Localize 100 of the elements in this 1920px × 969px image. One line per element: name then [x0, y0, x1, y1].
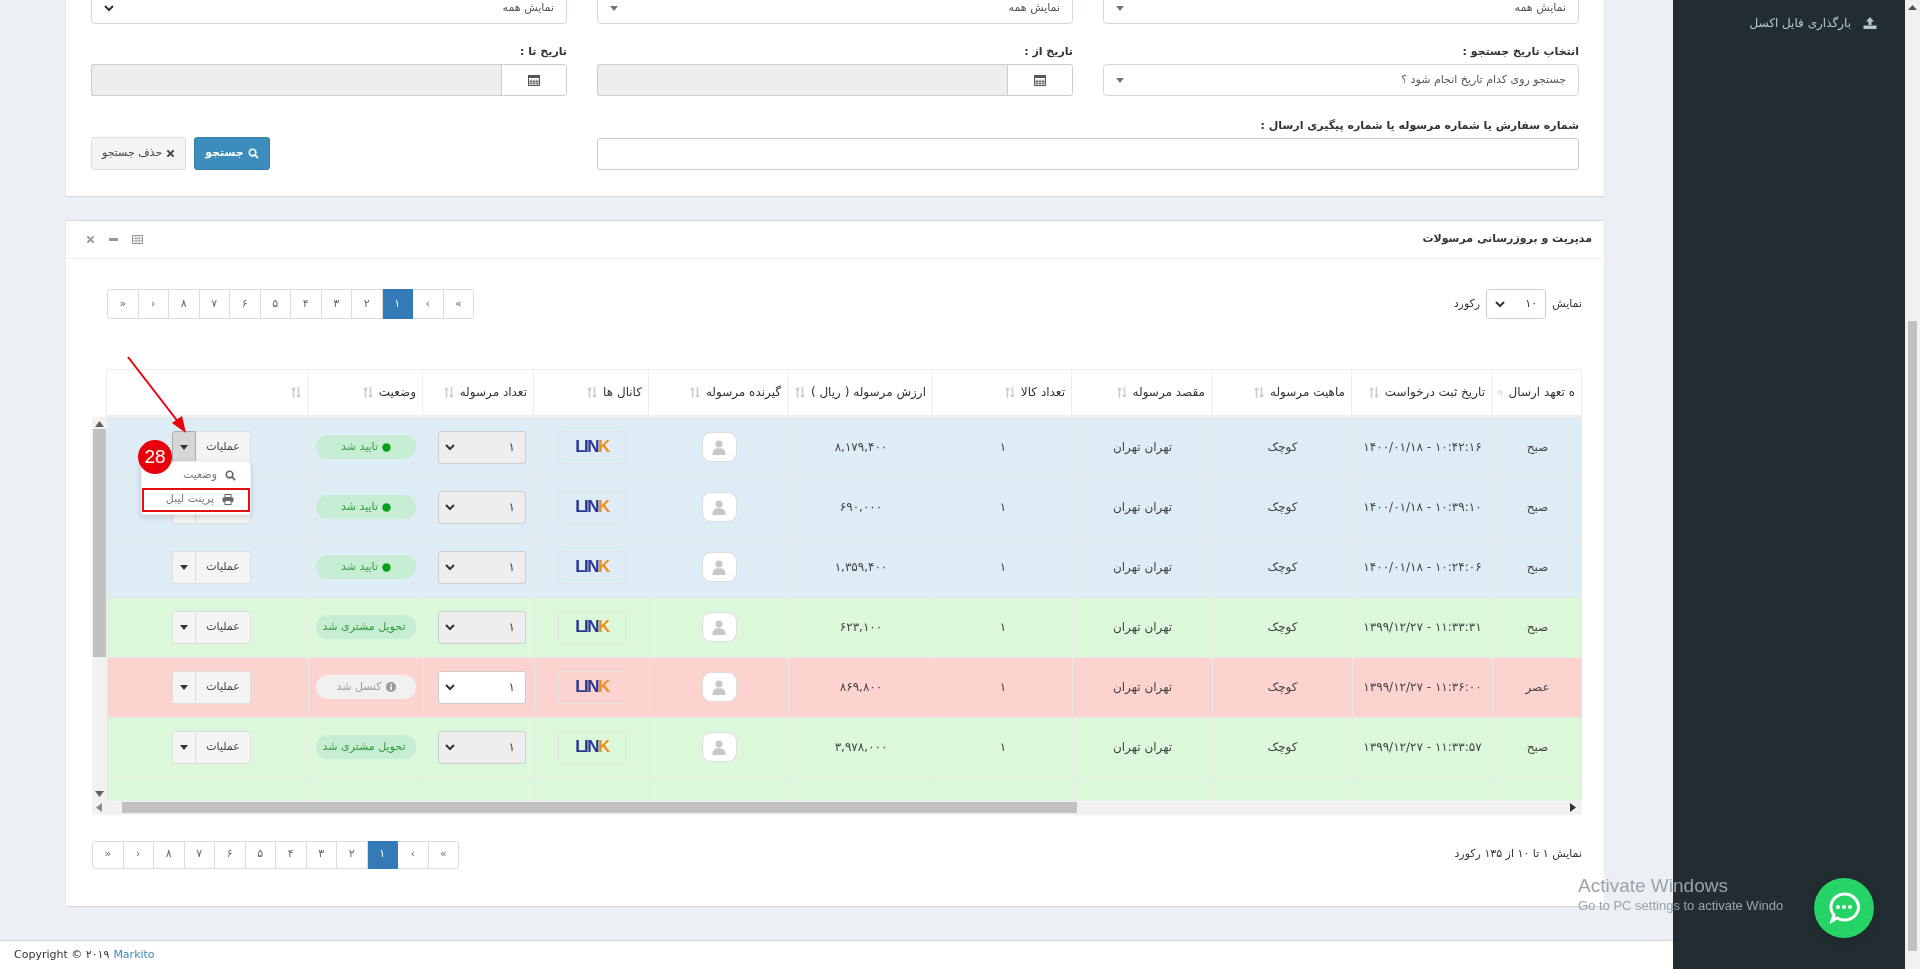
page-link[interactable]: ۳: [320, 289, 352, 319]
dropdown-toggle[interactable]: [172, 730, 196, 764]
quantity-select[interactable]: ۱: [438, 670, 526, 704]
caret-icon: [180, 624, 188, 630]
user-icon: [712, 679, 726, 695]
page-link[interactable]: «: [427, 840, 459, 869]
page-link[interactable]: ›: [137, 289, 169, 319]
page-length-select[interactable]: ۱۰: [1486, 289, 1547, 319]
table-cell: کوچک: [1267, 560, 1298, 574]
footer-link[interactable]: Markito: [113, 946, 155, 964]
page-link[interactable]: »: [107, 289, 139, 319]
sidebar-item[interactable]: بارگذاری فایل اکسل: [1721, 14, 1905, 32]
page-link[interactable]: ‹: [397, 840, 429, 869]
recipient-button[interactable]: [701, 432, 737, 462]
table-cell: کوچک: [1267, 440, 1298, 454]
channel-logo[interactable]: LINK: [558, 670, 626, 704]
page-link[interactable]: ۵: [259, 289, 291, 319]
channel-logo[interactable]: LINK: [558, 430, 626, 464]
field-label: شماره سفارش یا شماره مرسوله یا شماره پیگیری ارسال :: [1260, 118, 1579, 134]
column-header: کانال ها: [603, 384, 642, 402]
page-length-label: رکورد: [1453, 295, 1481, 312]
channel-logo[interactable]: LINK: [558, 550, 626, 584]
filter-select[interactable]: نمایش همه: [597, 0, 1073, 24]
close-icon: [166, 149, 176, 158]
status-badge: تایید شد: [316, 435, 416, 459]
table-cell: ۱: [999, 680, 1007, 694]
caret-icon: [180, 564, 188, 570]
page-link[interactable]: ›: [122, 840, 154, 869]
page-link[interactable]: ۵: [244, 840, 276, 869]
page-link[interactable]: ۱: [381, 289, 413, 319]
user-icon: [712, 739, 726, 755]
page-link[interactable]: ۶: [229, 289, 261, 319]
recipient-button[interactable]: [701, 612, 737, 642]
clear-search-button[interactable]: حذف جستجو: [91, 137, 187, 170]
calendar-button[interactable]: [501, 64, 567, 96]
column-header: تعداد مرسوله: [459, 384, 527, 402]
menu-item[interactable]: پرینت لیبل: [142, 487, 250, 512]
sort-icon: [1368, 386, 1379, 398]
table-cell: ۱: [999, 620, 1007, 634]
filter-select[interactable]: نمایش همه: [91, 0, 567, 24]
table-cell: ۱: [999, 740, 1007, 754]
column-header: وضعیت: [378, 384, 416, 402]
table-cell: ۱: [999, 500, 1007, 514]
page-link[interactable]: ۷: [198, 289, 230, 319]
status-dot-icon: [382, 442, 392, 452]
table-cell: ۶۹۰,۰۰۰: [839, 500, 883, 514]
search-button[interactable]: جستجو: [194, 137, 270, 170]
table-cell: تهران تهران: [1112, 500, 1173, 514]
channel-logo[interactable]: LINK: [558, 730, 626, 764]
dropdown-toggle[interactable]: [172, 670, 196, 704]
column-header: گیرنده مرسوله: [705, 384, 781, 402]
field-label: تاریخ از :: [1024, 44, 1073, 60]
actions-button[interactable]: عملیات: [196, 610, 251, 644]
recipient-button[interactable]: [701, 672, 737, 702]
page-link[interactable]: ۴: [290, 289, 322, 319]
info-icon: [385, 682, 396, 692]
menu-item[interactable]: وضعیت: [142, 463, 250, 488]
date-type-select[interactable]: جستجو روی کدام تاریخ انجام شود ؟: [1103, 64, 1579, 96]
calendar-button[interactable]: [1007, 64, 1073, 96]
page-link[interactable]: ۸: [153, 840, 185, 869]
page-link[interactable]: ۱: [366, 840, 398, 869]
table-cell: ۱: [999, 440, 1007, 454]
table-cell: تهران تهران: [1112, 680, 1173, 694]
actions-button[interactable]: عملیات: [196, 730, 251, 764]
column-header: ارزش مرسوله ( ریال ): [810, 384, 926, 402]
table-cell: ۱۴۰۰/۰۱/۱۸ - ۱۰:۴۲:۱۶: [1363, 440, 1482, 454]
search-field[interactable]: [597, 138, 1579, 170]
recipient-button[interactable]: [701, 732, 737, 762]
page-link[interactable]: «: [442, 289, 474, 319]
page-link[interactable]: ۷: [183, 840, 215, 869]
channel-logo[interactable]: LINK: [558, 490, 626, 524]
calendar-icon: [1034, 74, 1046, 86]
table-cell: تهران تهران: [1112, 620, 1173, 634]
page-link[interactable]: ۲: [336, 840, 368, 869]
caret-icon: [1116, 77, 1124, 83]
channel-logo[interactable]: LINK: [558, 610, 626, 644]
table-scrollbar[interactable]: [92, 416, 107, 801]
page-link[interactable]: »: [92, 840, 124, 869]
table-cell: صبح: [1526, 560, 1549, 574]
recipient-button[interactable]: [701, 492, 737, 522]
user-icon: [712, 499, 726, 515]
recipient-button[interactable]: [701, 552, 737, 582]
page-link[interactable]: ۴: [275, 840, 307, 869]
actions-button[interactable]: عملیات: [196, 550, 251, 584]
page-link[interactable]: ۸: [168, 289, 200, 319]
actions-button[interactable]: عملیات: [196, 670, 251, 704]
page-link[interactable]: ۶: [214, 840, 246, 869]
table-cell: صبح: [1526, 620, 1549, 634]
page-scrollbar[interactable]: [1905, 0, 1920, 969]
table-cell: صبح: [1526, 440, 1549, 454]
page-link[interactable]: ‹: [412, 289, 444, 319]
sort-icon: [587, 386, 598, 398]
actions-button[interactable]: عملیات: [196, 430, 251, 464]
filter-select[interactable]: نمایش همه: [1103, 0, 1579, 24]
minimize-icon: [109, 238, 118, 241]
dropdown-toggle[interactable]: [172, 430, 196, 464]
dropdown-toggle[interactable]: [172, 550, 196, 584]
dropdown-toggle[interactable]: [172, 610, 196, 644]
page-link[interactable]: ۲: [351, 289, 383, 319]
page-link[interactable]: ۳: [305, 840, 337, 869]
